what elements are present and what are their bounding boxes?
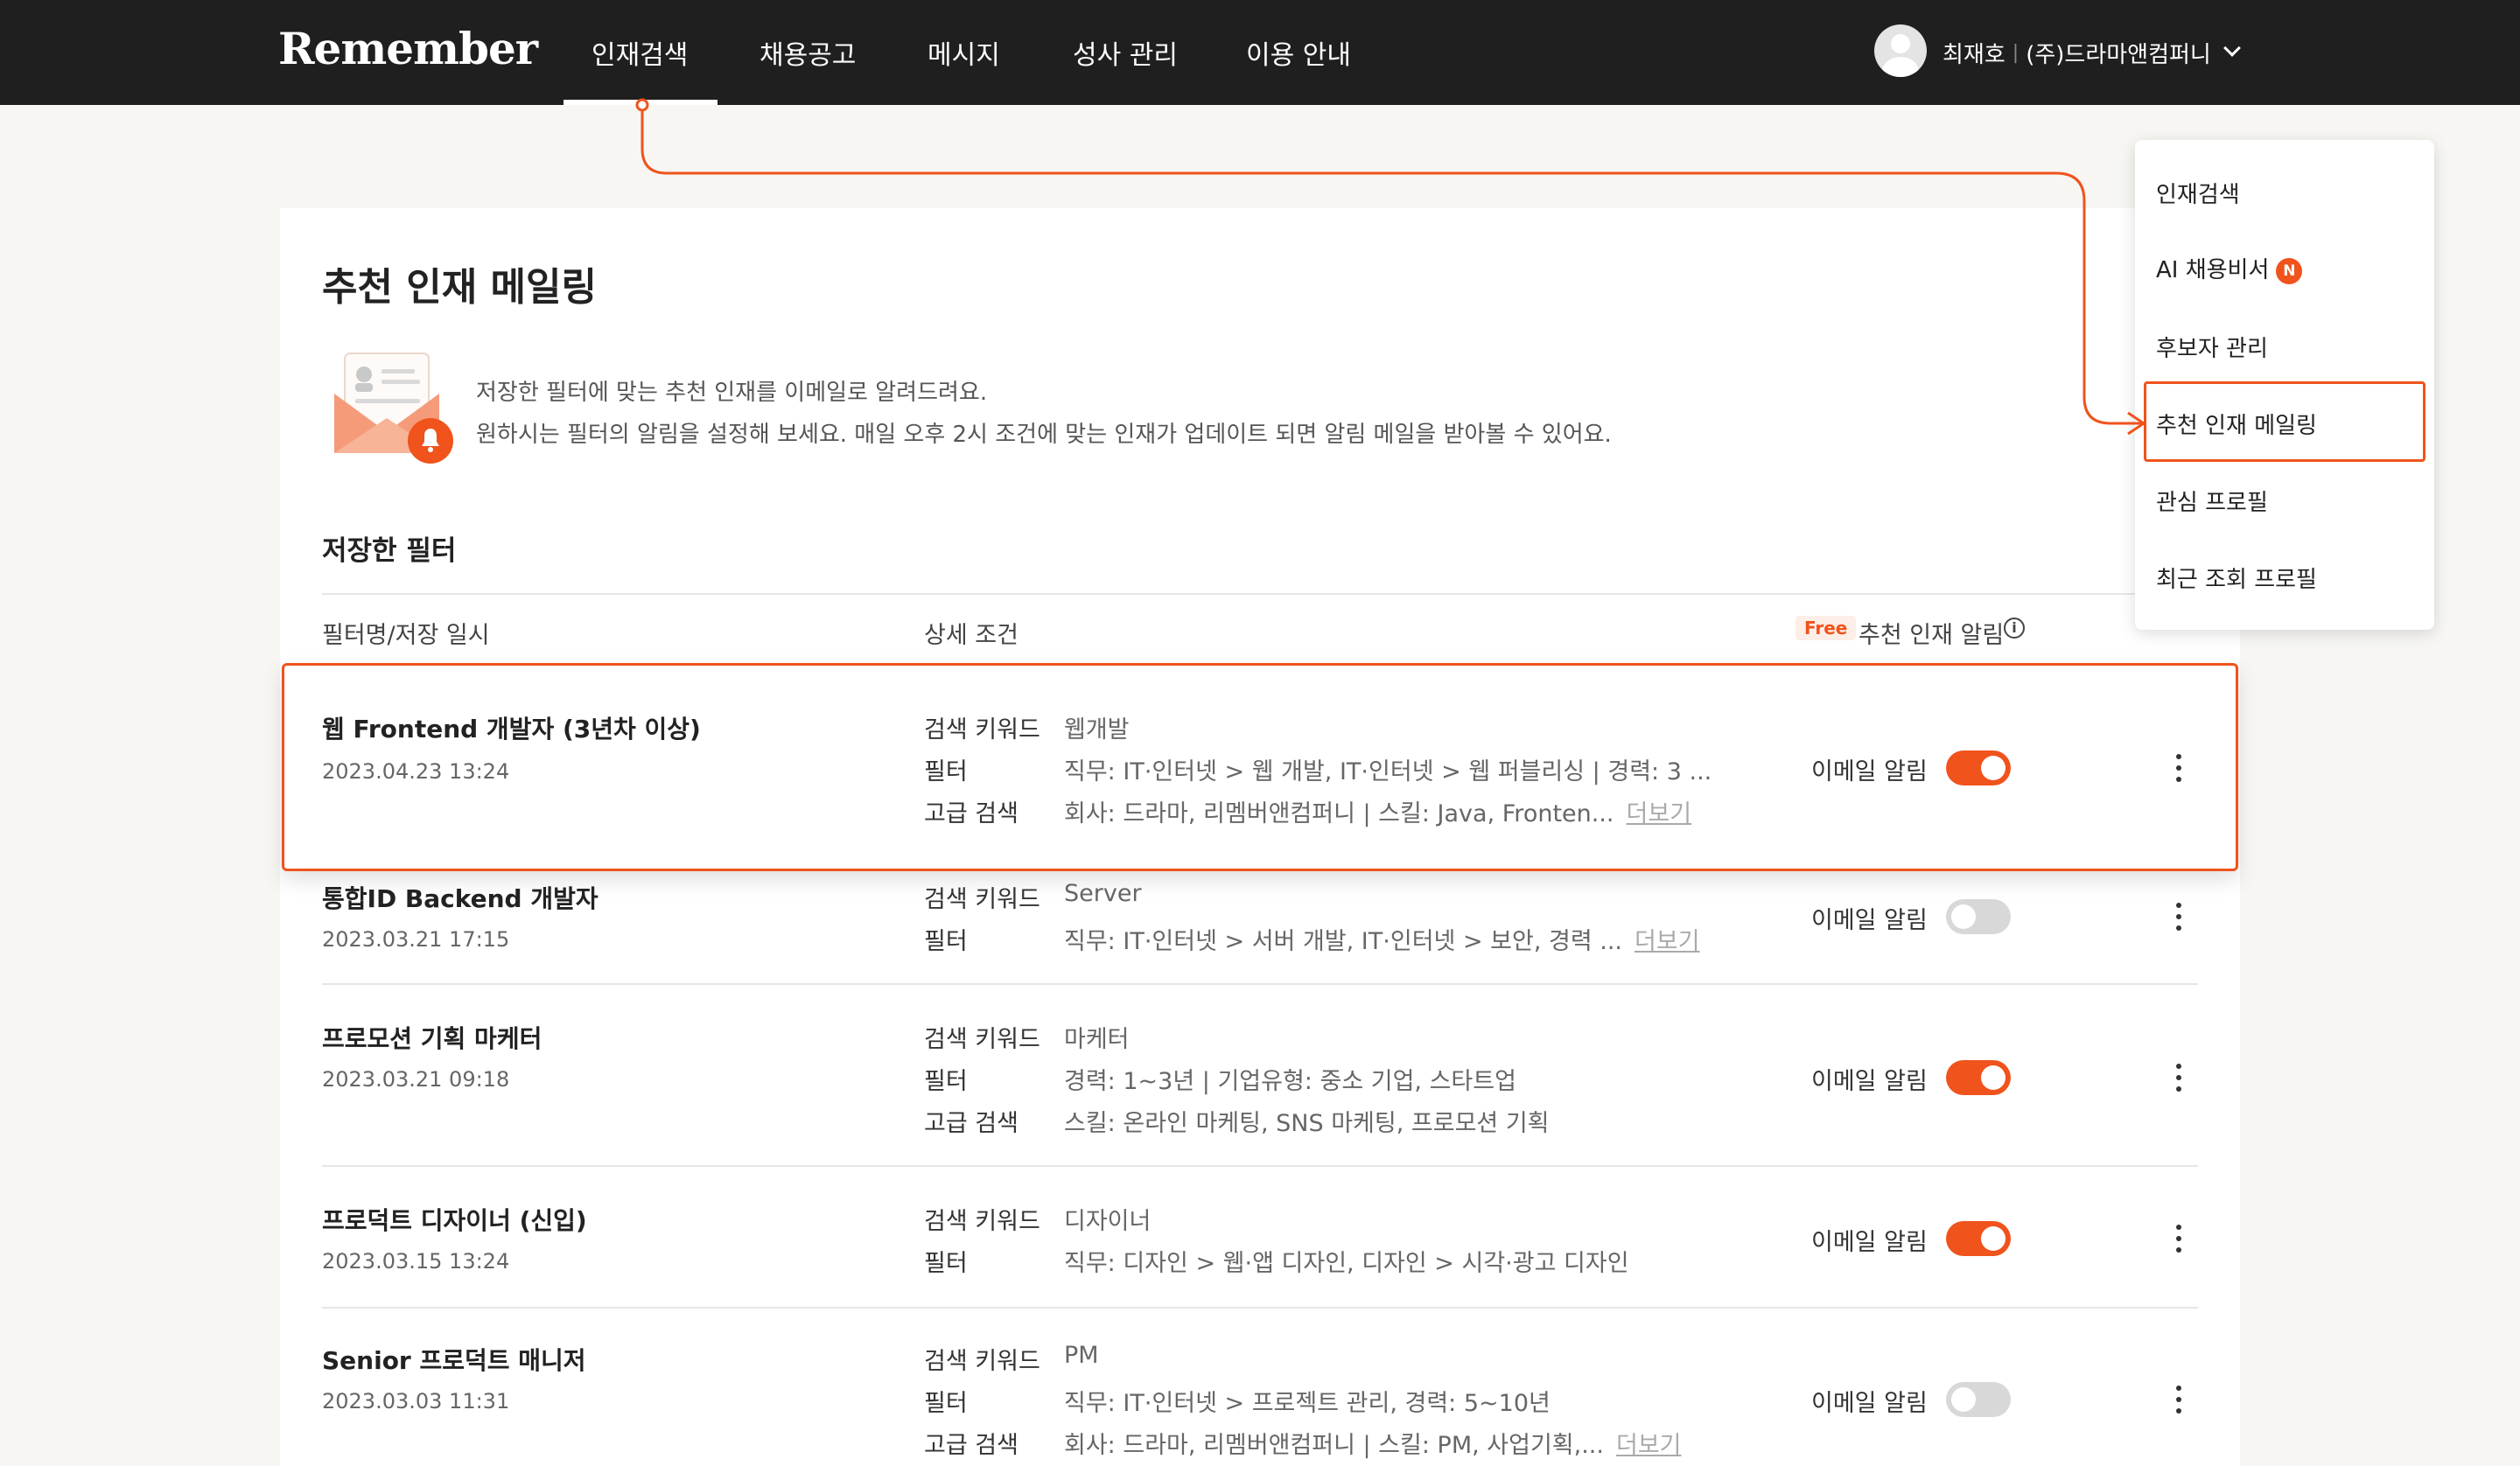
free-badge: Free [1796, 616, 1857, 640]
filter-date: 2023.03.21 09:18 [322, 1067, 510, 1092]
more-link[interactable]: 더보기 [1616, 1432, 1682, 1459]
filter-name[interactable]: 프로모션 기획 마케터 [322, 1020, 542, 1055]
condition-value: 마케터 [1064, 1026, 1130, 1053]
more-options-icon[interactable] [2170, 899, 2188, 934]
condition-key: 고급 검색 [924, 1110, 1018, 1137]
email-alarm-toggle[interactable] [1946, 1382, 2011, 1417]
nav-talent-search[interactable]: 인재검색 [592, 33, 688, 72]
condition-value: Server [1064, 880, 1142, 907]
user-account-menu[interactable]: 최재호 | (주)드라마앤컴퍼니 [1942, 37, 2211, 69]
menu-item-label: AI 채용비서 [2156, 257, 2270, 283]
menu-item-candidate-management[interactable]: 후보자 관리 [2156, 331, 2268, 363]
condition-value: 경력: 1~3년 | 기업유형: 중소 기업, 스타트업 [1064, 1068, 1516, 1095]
more-options-icon[interactable] [2170, 1060, 2188, 1095]
condition-key: 필터 [924, 928, 968, 955]
menu-item-recommended-mailing[interactable]: 추천 인재 메일링 [2156, 408, 2317, 440]
remember-logo[interactable]: Remember [278, 23, 538, 74]
user-avatar[interactable] [1874, 24, 1927, 77]
condition-value-with-more: 직무: IT·인터넷 > 서버 개발, IT·인터넷 > 보안, 경력 ... 더… [1064, 922, 1700, 956]
email-alarm-label: 이메일 알림 [1811, 758, 1928, 785]
condition-key: 검색 키워드 [924, 886, 1040, 913]
email-alarm-toggle[interactable] [1946, 750, 2011, 785]
top-navigation-bar: Remember 인재검색 채용공고 메시지 성사 관리 이용 안내 최재호 |… [0, 0, 2520, 105]
row-divider [322, 1307, 2198, 1309]
filter-date: 2023.03.03 11:31 [322, 1389, 510, 1414]
menu-item-interested-profiles[interactable]: 관심 프로필 [2156, 485, 2268, 517]
new-badge: N [2276, 258, 2303, 284]
more-options-icon[interactable] [2170, 1382, 2188, 1417]
email-alarm-toggle[interactable] [1946, 899, 2011, 934]
nav-messages[interactable]: 메시지 [928, 33, 1000, 72]
saved-filters-title: 저장한 필터 [322, 535, 457, 567]
mail-alert-illustration-icon [334, 353, 453, 464]
talent-search-dropdown-menu: 인재검색 AI 채용비서 N 후보자 관리 추천 인재 메일링 관심 프로필 최근… [2135, 140, 2434, 630]
filter-name[interactable]: Senior 프로덕트 매니저 [322, 1342, 586, 1377]
user-company: (주)드라마앤컴퍼니 [2026, 42, 2211, 68]
description-line-2: 원하시는 필터의 알림을 설정해 보세요. 매일 오후 2시 조건에 맞는 인재… [476, 422, 1612, 448]
condition-value: 회사: 드라마, 리멤버앤컴퍼니 | 스킬: Java, Fronten... [1064, 800, 1614, 827]
condition-key: 필터 [924, 1068, 968, 1095]
nav-usage-guide[interactable]: 이용 안내 [1246, 33, 1351, 72]
email-alarm-label: 이메일 알림 [1811, 1390, 1928, 1417]
row-divider [322, 1165, 2198, 1167]
menu-item-recent-profiles[interactable]: 최근 조회 프로필 [2156, 562, 2317, 594]
condition-key: 고급 검색 [924, 800, 1018, 827]
email-alarm-toggle[interactable] [1946, 1221, 2011, 1256]
condition-value: PM [1064, 1342, 1099, 1369]
condition-key: 검색 키워드 [924, 1348, 1040, 1375]
condition-value: 직무: 디자인 > 웹·앱 디자인, 디자인 > 시각·광고 디자인 [1064, 1250, 1629, 1277]
nav-deal-management[interactable]: 성사 관리 [1073, 33, 1178, 72]
row-divider [322, 983, 2198, 985]
filter-name[interactable]: 통합ID Backend 개발자 [322, 880, 598, 915]
page-title: 추천 인재 메일링 [322, 265, 597, 310]
condition-value: 직무: IT·인터넷 > 프로젝트 관리, 경력: 5~10년 [1064, 1390, 1550, 1417]
condition-value: 디자이너 [1064, 1208, 1152, 1235]
email-alarm-label: 이메일 알림 [1811, 1068, 1928, 1095]
info-icon[interactable]: i [2004, 618, 2025, 639]
condition-value: 웹개발 [1064, 716, 1130, 743]
menu-item-talent-search[interactable]: 인재검색 [2156, 177, 2240, 209]
condition-key: 필터 [924, 1250, 968, 1277]
condition-key: 검색 키워드 [924, 1208, 1040, 1235]
more-options-icon[interactable] [2170, 750, 2188, 785]
user-name: 최재호 [1942, 42, 2006, 68]
condition-value: 스킬: 온라인 마케팅, SNS 마케팅, 프로모션 기획 [1064, 1110, 1550, 1137]
email-alarm-label: 이메일 알림 [1811, 1229, 1928, 1256]
column-header-name: 필터명/저장 일시 [322, 622, 490, 649]
description-line-1: 저장한 필터에 맞는 추천 인재를 이메일로 알려드려요. [476, 380, 988, 406]
condition-value-with-more: 회사: 드라마, 리멤버앤컴퍼니 | 스킬: PM, 사업기획,... 더보기 [1064, 1426, 1682, 1460]
more-options-icon[interactable] [2170, 1221, 2188, 1256]
filter-name[interactable]: 웹 Frontend 개발자 (3년차 이상) [322, 710, 701, 745]
condition-key: 필터 [924, 758, 968, 785]
condition-key: 검색 키워드 [924, 1026, 1040, 1053]
header-divider [322, 593, 2198, 595]
more-link[interactable]: 더보기 [1627, 800, 1692, 827]
filter-date: 2023.03.15 13:24 [322, 1249, 510, 1274]
nav-job-postings[interactable]: 채용공고 [760, 33, 856, 72]
condition-value: 직무: IT·인터넷 > 서버 개발, IT·인터넷 > 보안, 경력 ... [1064, 928, 1623, 955]
column-header-alarm: 추천 인재 알림 [1858, 622, 2005, 649]
condition-value: 직무: IT·인터넷 > 웹 개발, IT·인터넷 > 웹 퍼블리싱 | 경력:… [1064, 758, 1712, 785]
condition-value: 회사: 드라마, 리멤버앤컴퍼니 | 스킬: PM, 사업기획,... [1064, 1432, 1604, 1459]
menu-item-ai-recruiter[interactable]: AI 채용비서 N [2156, 252, 2303, 284]
filter-date: 2023.03.21 17:15 [322, 927, 510, 952]
condition-key: 고급 검색 [924, 1432, 1018, 1459]
more-link[interactable]: 더보기 [1634, 928, 1700, 955]
email-alarm-toggle[interactable] [1946, 1060, 2011, 1095]
condition-key: 필터 [924, 1390, 968, 1417]
user-separator: | [2012, 42, 2020, 64]
condition-key: 검색 키워드 [924, 716, 1040, 743]
filter-name[interactable]: 프로덕트 디자이너 (신입) [322, 1202, 587, 1237]
email-alarm-label: 이메일 알림 [1811, 907, 1928, 934]
column-header-detail: 상세 조건 [924, 622, 1018, 649]
active-nav-indicator [564, 100, 718, 105]
condition-value-with-more: 회사: 드라마, 리멤버앤컴퍼니 | 스킬: Java, Fronten... 더… [1064, 794, 1691, 828]
chevron-down-icon[interactable] [2223, 39, 2241, 57]
filter-date: 2023.04.23 13:24 [322, 759, 510, 784]
